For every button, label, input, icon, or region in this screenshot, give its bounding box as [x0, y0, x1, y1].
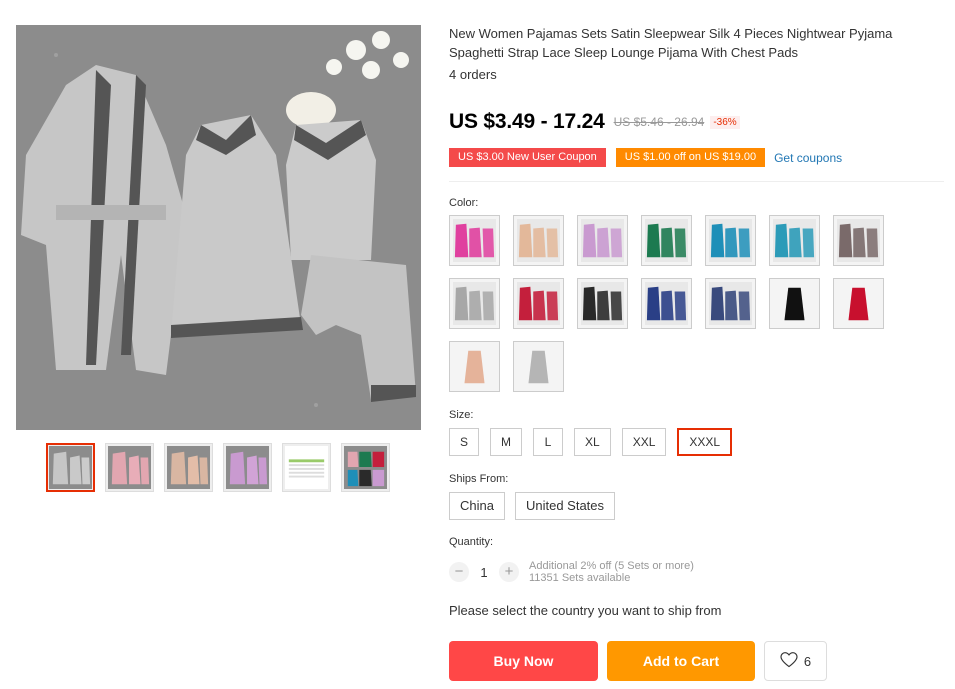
color-swatch-16[interactable] — [513, 341, 564, 392]
thumbnail-1[interactable] — [46, 443, 95, 492]
action-buttons: Buy Now Add to Cart 6 — [449, 641, 827, 681]
get-coupons-link[interactable]: Get coupons — [774, 151, 842, 165]
color-swatch-8[interactable] — [449, 278, 500, 329]
color-swatch-4[interactable] — [641, 215, 692, 266]
thumbnail-4[interactable] — [223, 443, 272, 492]
original-price: US $5.46 - 26.94 — [613, 115, 705, 129]
price-row: US $3.49 - 17.24 US $5.46 - 26.94 -36% — [449, 110, 740, 134]
ships-from-china[interactable]: China — [449, 492, 505, 520]
color-swatch-7[interactable] — [833, 215, 884, 266]
size-option-s[interactable]: S — [449, 428, 480, 456]
color-swatch-6[interactable] — [769, 215, 820, 266]
ships-from-united-states[interactable]: United States — [514, 492, 616, 520]
quantity-info: Additional 2% off (5 Sets or more) 11351… — [529, 560, 694, 584]
color-swatch-14[interactable] — [833, 278, 884, 329]
thumbnail-3[interactable] — [164, 443, 213, 492]
product-title: New Women Pajamas Sets Satin Sleepwear S… — [449, 26, 893, 60]
color-swatch-10[interactable] — [577, 278, 628, 329]
add-to-cart-button[interactable]: Add to Cart — [607, 641, 755, 681]
color-swatch-11[interactable] — [641, 278, 692, 329]
color-swatch-13[interactable] — [769, 278, 820, 329]
buy-now-button[interactable]: Buy Now — [449, 641, 598, 681]
ship-country-note: Please select the country you want to sh… — [449, 603, 722, 618]
color-swatch-15[interactable] — [449, 341, 500, 392]
store-coupon[interactable]: US $1.00 off on US $19.00 — [615, 148, 766, 167]
divider — [449, 181, 944, 182]
heart-icon — [780, 651, 798, 671]
size-label: Size: — [449, 409, 474, 421]
current-price: US $3.49 - 17.24 — [449, 110, 605, 133]
ships-from-label: Ships From: — [449, 473, 509, 485]
thumbnail-strip — [46, 443, 390, 492]
wishlist-count: 6 — [803, 653, 812, 669]
quantity-value[interactable]: 1 — [469, 565, 499, 580]
thumbnail-2[interactable] — [105, 443, 154, 492]
discount-badge: -36% — [710, 115, 740, 129]
quantity-stepper: − 1 + Additional 2% off (5 Sets or more)… — [449, 560, 694, 584]
color-swatch-5[interactable] — [705, 215, 756, 266]
color-swatch-2[interactable] — [513, 215, 564, 266]
stock-available: 11351 Sets available — [529, 572, 631, 584]
wishlist-button[interactable]: 6 — [764, 641, 827, 681]
order-count: 4 orders — [449, 67, 497, 82]
color-swatch-9[interactable] — [513, 278, 564, 329]
color-label: Color: — [449, 197, 479, 209]
size-option-l[interactable]: L — [533, 428, 564, 456]
size-option-m[interactable]: M — [490, 428, 523, 456]
size-options: S M L XL XXL XXXL — [449, 428, 733, 456]
color-options — [449, 215, 919, 392]
thumbnail-5-size-chart[interactable] — [282, 443, 331, 492]
size-option-xxl[interactable]: XXL — [621, 428, 667, 456]
size-option-xxxl[interactable]: XXXL — [677, 428, 733, 456]
coupon-row: US $3.00 New User Coupon US $1.00 off on… — [449, 148, 842, 167]
bulk-discount-note: Additional 2% off (5 Sets or more) — [529, 560, 694, 572]
main-product-image[interactable] — [16, 25, 421, 430]
thumbnail-6[interactable] — [341, 443, 390, 492]
quantity-minus-button[interactable]: − — [449, 562, 469, 582]
color-swatch-1[interactable] — [449, 215, 500, 266]
quantity-label: Quantity: — [449, 536, 494, 548]
color-swatch-12[interactable] — [705, 278, 756, 329]
color-swatch-3[interactable] — [577, 215, 628, 266]
new-user-coupon[interactable]: US $3.00 New User Coupon — [449, 148, 606, 167]
ships-from-options: China United States — [449, 492, 616, 520]
quantity-plus-button[interactable]: + — [499, 562, 519, 582]
size-option-xl[interactable]: XL — [574, 428, 611, 456]
